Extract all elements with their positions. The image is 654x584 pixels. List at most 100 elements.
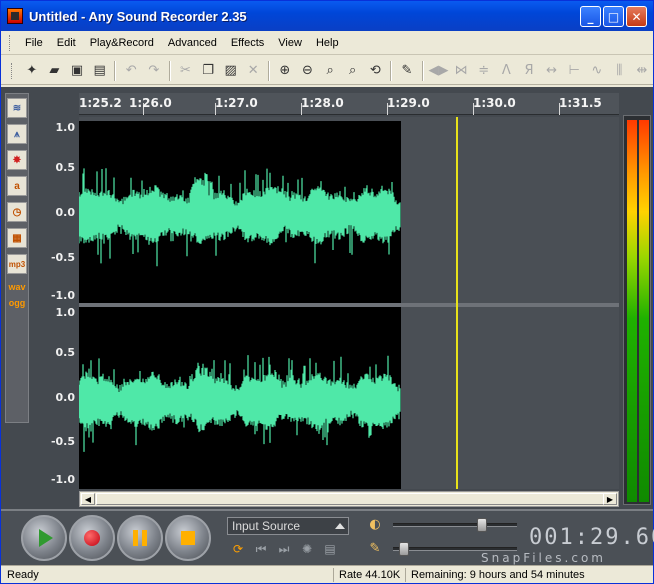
silence-icon[interactable]: ⊢ [563, 60, 585, 82]
time-counter: 001:29.601 [529, 525, 654, 550]
playback-cursor[interactable] [456, 117, 458, 489]
amplify-icon[interactable]: Λ [496, 60, 518, 82]
toolbar-separator [421, 60, 424, 81]
scroll-left-button[interactable]: ◀ [81, 493, 95, 505]
title-bar[interactable]: Untitled - Any Sound Recorder 2.35 _ □ ✕ [1, 1, 653, 31]
left-channel[interactable] [79, 121, 619, 303]
amplitude-label: 1.0 [55, 306, 76, 319]
volume-slider-knob[interactable] [477, 518, 487, 532]
record-button[interactable] [69, 515, 115, 561]
record-level-slider-knob[interactable] [398, 542, 409, 556]
zoom-out-icon[interactable]: ⊖ [297, 60, 319, 82]
save-as-icon[interactable]: ▤ [89, 60, 111, 82]
app-logo-icon [7, 8, 23, 24]
editor-area: ≋ ⩚ ✸ a ◷ ▦ mp3 wav ogg 1:25.2 1:26.0 1:… [1, 87, 653, 509]
status-remaining: Remaining: 9 hours and 54 minutes [411, 568, 585, 581]
toolbar-separator [114, 60, 117, 81]
close-button[interactable]: ✕ [626, 6, 647, 27]
options-icon[interactable]: ▤ [321, 541, 339, 557]
open-file-icon[interactable]: ▰ [44, 60, 66, 82]
toolbar: ✦ ▰ ▣ ▤ ↶ ↷ ✂ ❐ ▨ ✕ ⊕ ⊖ ⌕ ⌕ ⟲ ✎ ◀▶ ⋈ ≑ Λ… [1, 57, 653, 85]
zoom-selection-icon[interactable]: ⌕ [319, 60, 341, 82]
play-button[interactable] [21, 515, 67, 561]
pause-button[interactable] [117, 515, 163, 561]
menu-file[interactable]: File [18, 37, 50, 49]
scroll-right-button[interactable]: ▶ [603, 493, 617, 505]
dropdown-arrow-icon [335, 523, 345, 529]
menu-effects[interactable]: Effects [224, 37, 271, 49]
settings-icon[interactable]: ✺ [298, 541, 316, 557]
redo-icon[interactable]: ↷ [143, 60, 165, 82]
zoom-full-icon[interactable]: ⌕ [342, 60, 364, 82]
amplitude-label: -1.0 [50, 289, 75, 302]
menu-edit[interactable]: Edit [50, 37, 83, 49]
amplitude-label: -0.5 [50, 435, 75, 448]
amplitude-label: 0.5 [55, 161, 76, 174]
menu-play-record[interactable]: Play&Record [83, 37, 161, 49]
menu-help[interactable]: Help [309, 37, 346, 49]
cut-icon[interactable]: ✂ [175, 60, 197, 82]
menu-grip[interactable] [9, 34, 12, 51]
waveform-view-icon[interactable]: ≋ [7, 98, 27, 118]
stop-icon [181, 531, 195, 545]
zoom-in-icon[interactable]: ⊕ [274, 60, 296, 82]
menu-advanced[interactable]: Advanced [161, 37, 224, 49]
ogg-format-label[interactable]: ogg [7, 296, 27, 310]
delete-icon[interactable]: ✕ [242, 60, 264, 82]
input-source-select[interactable]: Input Source [227, 517, 349, 535]
rewind-icon[interactable]: ⏮ [252, 541, 270, 557]
minimize-button[interactable]: _ [580, 6, 601, 27]
stop-button[interactable] [165, 515, 211, 561]
status-divider [333, 568, 334, 582]
invert-icon[interactable]: ⇹ [631, 60, 653, 82]
microphone-icon: ✎ [369, 541, 381, 556]
fade-out-icon[interactable]: ⋈ [450, 60, 472, 82]
equalizer-icon[interactable]: ⫼ [609, 60, 631, 82]
toolbar-grip[interactable] [11, 62, 14, 79]
zoom-reset-icon[interactable]: ⟲ [365, 60, 387, 82]
horizontal-scrollbar[interactable]: ◀ ▶ [79, 491, 619, 507]
left-tool-panel: ≋ ⩚ ✸ a ◷ ▦ mp3 wav ogg [5, 93, 29, 423]
wav-format-label[interactable]: wav [7, 280, 27, 294]
echo-icon[interactable]: ∿ [586, 60, 608, 82]
volume-slider[interactable] [393, 518, 517, 532]
level-meter-right [639, 120, 649, 502]
input-source-label: Input Source [232, 519, 301, 533]
undo-icon[interactable]: ↶ [120, 60, 142, 82]
right-channel[interactable] [79, 307, 619, 489]
timer-icon[interactable]: ◷ [7, 202, 27, 222]
normalize-icon[interactable]: ≑ [473, 60, 495, 82]
spectrum-view-icon[interactable]: ⩚ [7, 124, 27, 144]
maximize-button[interactable]: □ [603, 6, 624, 27]
menu-view[interactable]: View [271, 37, 309, 49]
loop-icon[interactable]: ⟳ [229, 541, 247, 557]
window-title: Untitled - Any Sound Recorder 2.35 [29, 8, 247, 24]
paste-icon[interactable]: ▨ [220, 60, 242, 82]
text-icon[interactable]: a [7, 176, 27, 196]
waveform-view[interactable] [79, 117, 619, 489]
copy-icon[interactable]: ❐ [197, 60, 219, 82]
amplitude-label: -0.5 [50, 251, 75, 264]
new-file-icon[interactable]: ✦ [21, 60, 43, 82]
amplitude-label: 0.0 [55, 391, 76, 404]
effects-icon[interactable]: ✸ [7, 150, 27, 170]
reverse-icon[interactable]: Я [518, 60, 540, 82]
time-ruler[interactable]: 1:25.2 1:26.0 1:27.0 1:28.0 1:29.0 1:30.… [79, 93, 619, 115]
amplitude-label: 0.5 [55, 346, 76, 359]
ruler-tick: 1:29.0 [387, 96, 430, 110]
scroll-thumb[interactable] [96, 493, 604, 505]
transport-panel: Input Source ⟳ ⏮ ⏭ ✺ ▤ ◐ ✎ 001:29.601 Sn… [1, 509, 654, 565]
level-meter [623, 115, 651, 505]
left-channel-waveform [79, 121, 401, 303]
toolbar-separator [168, 60, 171, 81]
app-window: Untitled - Any Sound Recorder 2.35 _ □ ✕… [0, 0, 654, 584]
ruler-tick: 1:25.2 [79, 96, 122, 110]
fade-in-icon[interactable]: ◀▶ [428, 60, 450, 82]
stretch-icon[interactable]: ↔ [541, 60, 563, 82]
erase-icon[interactable]: ✎ [396, 60, 418, 82]
speaker-volume-icon: ◐ [369, 517, 381, 532]
mp3-format-icon[interactable]: mp3 [7, 254, 27, 274]
fast-forward-icon[interactable]: ⏭ [275, 541, 293, 557]
schedule-icon[interactable]: ▦ [7, 228, 27, 248]
save-icon[interactable]: ▣ [66, 60, 88, 82]
